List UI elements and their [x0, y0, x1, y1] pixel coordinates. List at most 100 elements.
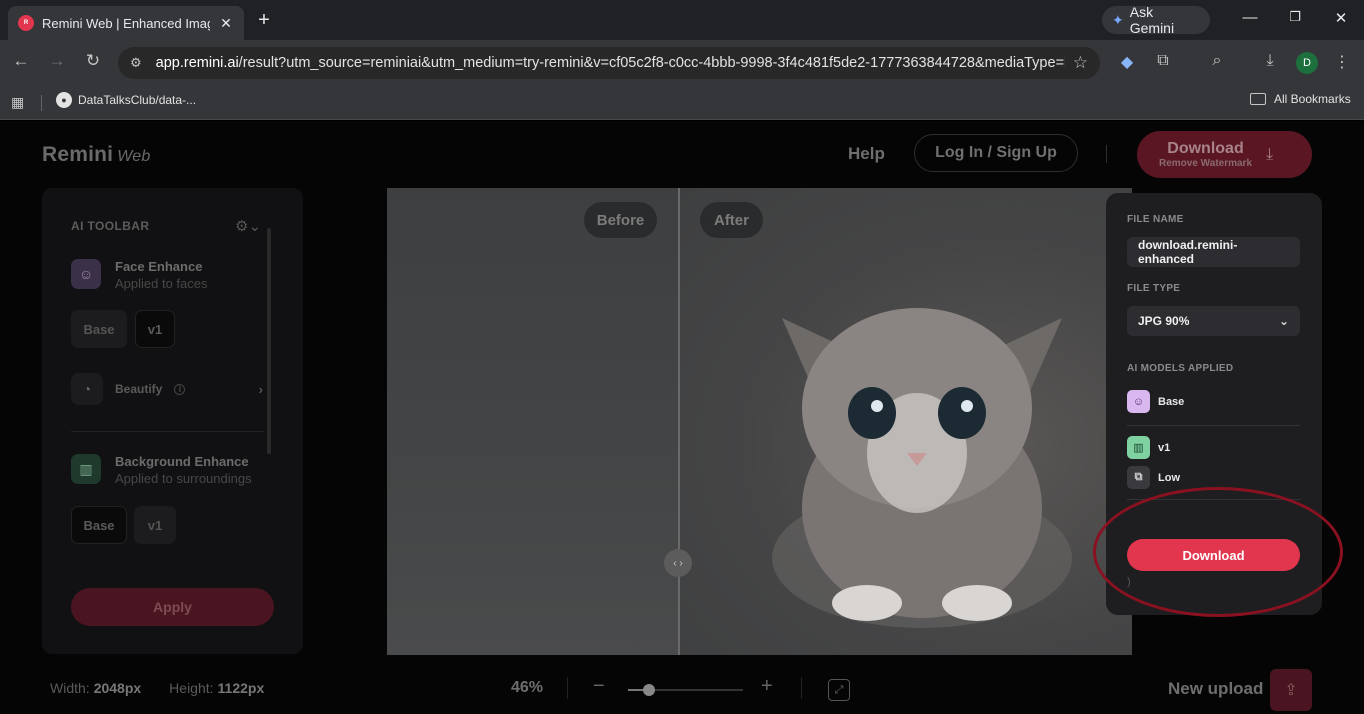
model-v1-label: v1: [1158, 441, 1171, 454]
gemini-sparkle-icon: ✦: [1112, 11, 1124, 28]
browser-toolbar: ← → ↻ ⚙ app.remini.ai/result?utm_source=…: [0, 40, 1364, 86]
bookmarks-divider: [41, 95, 42, 111]
downloads-icon[interactable]: ⤓: [1259, 52, 1281, 70]
minus-icon[interactable]: −: [593, 675, 605, 698]
before-label: Before: [584, 202, 657, 238]
url-text: app.remini.ai/result?utm_source=reminiai…: [156, 55, 1065, 71]
toolbar-scrollbar[interactable]: [267, 228, 271, 454]
all-bookmarks-label: All Bookmarks: [1274, 92, 1351, 106]
extension-gemini-icon[interactable]: ◆: [1116, 52, 1138, 72]
extensions-puzzle-icon[interactable]: ⧉: [1152, 52, 1174, 70]
compare-drag-handle-icon[interactable]: ‹ ›: [664, 549, 692, 577]
plus-icon[interactable]: +: [761, 675, 773, 698]
restore-window-icon[interactable]: ❐: [1285, 9, 1305, 25]
header-download-text: Download Remove Watermark: [1159, 140, 1252, 169]
header-download-label: Download: [1167, 140, 1244, 157]
zoom-level: 46%: [511, 679, 544, 696]
image-dimensions: Width: 2048px Height: 1122px: [50, 680, 264, 696]
background-v1-chip[interactable]: v1: [134, 506, 176, 544]
header-divider: [1106, 145, 1107, 163]
ask-gemini-button[interactable]: ✦ Ask Gemini: [1102, 4, 1210, 36]
face-v1-chip[interactable]: v1: [135, 310, 175, 348]
info-icon[interactable]: i: [174, 383, 186, 395]
background-enhance-text: Background Enhance Applied to surroundin…: [115, 454, 252, 486]
model-base-label: Base: [1158, 395, 1185, 408]
face-enhance-subtitle: Applied to faces: [115, 276, 208, 291]
profile-avatar[interactable]: D: [1296, 52, 1318, 74]
compare-divider[interactable]: [678, 188, 680, 655]
building-icon: ▥: [71, 454, 101, 484]
kitten-image: [772, 308, 1072, 628]
background-enhance-feature[interactable]: ▥ Background Enhance Applied to surround…: [71, 454, 252, 486]
file-type-label: FILE TYPE: [1127, 283, 1181, 294]
minimize-window-icon[interactable]: —: [1240, 9, 1260, 26]
zoom-divider-2: [801, 677, 802, 699]
url-domain: app.remini.ai: [155, 55, 239, 71]
height-value: 1122px: [217, 680, 265, 696]
upscale-model-icon: ⧉: [1127, 466, 1150, 489]
remini-favicon-icon: R: [18, 15, 34, 31]
ai-models-label: AI MODELS APPLIED: [1127, 363, 1234, 374]
new-upload-label[interactable]: New upload: [1168, 679, 1263, 699]
beautify-row[interactable]: ◔ Beautify i ›: [71, 372, 263, 406]
bookmark-star-icon[interactable]: ☆: [1073, 53, 1088, 73]
new-tab-button[interactable]: +: [254, 9, 274, 32]
gear-icon[interactable]: ⚙⌄: [235, 217, 261, 235]
after-label: After: [700, 202, 763, 238]
remini-page: Remini Web Help Log In / Sign Up Download…: [0, 121, 1364, 714]
fit-screen-icon[interactable]: ⤢: [828, 679, 850, 701]
background-enhance-subtitle: Applied to surroundings: [115, 471, 252, 486]
face-model-icon: ☺: [1127, 390, 1150, 413]
panel-stray-text: ): [1127, 576, 1131, 588]
before-image: [387, 188, 679, 655]
file-type-value: JPG 90%: [1138, 314, 1190, 328]
height-readout: Height: 1122px: [169, 680, 264, 696]
zoom-divider: [567, 677, 568, 699]
ai-toolbar-title: AI TOOLBAR: [71, 219, 150, 233]
close-window-icon[interactable]: ✕: [1331, 9, 1351, 27]
model-base: ☺ Base: [1127, 390, 1184, 413]
folder-icon: [1250, 93, 1266, 105]
image-compare-viewer[interactable]: ‹ › Before After: [387, 188, 1132, 655]
site-info-icon[interactable]: ⚙: [130, 55, 142, 71]
background-base-chip[interactable]: Base: [71, 506, 127, 544]
zoom-slider-knob[interactable]: [643, 684, 655, 696]
download-settings-panel: FILE NAME download.remini-enhanced FILE …: [1106, 193, 1322, 615]
bookmark-label: DataTalksClub/data-...: [78, 93, 197, 107]
ask-gemini-label: Ask Gemini: [1129, 4, 1175, 36]
remini-logo[interactable]: Remini Web: [42, 143, 150, 167]
face-base-chip[interactable]: Base: [71, 310, 127, 348]
browser-tabstrip: R Remini Web | Enhanced Image ✕ + ✦ Ask …: [0, 0, 1364, 40]
face-enhance-text: Face Enhance Applied to faces: [115, 259, 208, 291]
face-enhance-name: Face Enhance: [115, 259, 203, 274]
header-download-button[interactable]: Download Remove Watermark ⤓: [1137, 131, 1312, 178]
chevron-right-icon: ›: [258, 381, 263, 397]
apply-button[interactable]: Apply: [71, 588, 274, 626]
bookmark-datatalksclub[interactable]: ● DataTalksClub/data-...: [56, 92, 196, 108]
tab-search-icon[interactable]: ⌕: [1206, 52, 1228, 70]
toolbar-divider: [71, 431, 264, 432]
file-name-value: download.remini-enhanced: [1138, 238, 1238, 266]
reload-icon[interactable]: ↻: [82, 51, 104, 71]
model-low-label: Low: [1158, 471, 1180, 484]
upload-icon[interactable]: ⇪: [1270, 669, 1312, 711]
all-bookmarks-button[interactable]: All Bookmarks: [1250, 92, 1351, 106]
zoom-slider[interactable]: [628, 684, 743, 696]
background-model-icon: ▥: [1127, 436, 1150, 459]
login-signup-button[interactable]: Log In / Sign Up: [914, 134, 1078, 172]
help-link[interactable]: Help: [848, 144, 885, 164]
download-button[interactable]: Download: [1127, 539, 1300, 571]
face-enhance-feature[interactable]: ☺ Face Enhance Applied to faces: [71, 259, 208, 291]
back-arrow-icon[interactable]: ←: [10, 51, 32, 71]
file-type-select[interactable]: JPG 90% ⌄: [1127, 306, 1300, 336]
forward-arrow-icon[interactable]: →: [46, 51, 68, 71]
apps-grid-icon[interactable]: ▦: [11, 94, 24, 111]
file-name-label: FILE NAME: [1127, 214, 1184, 225]
browser-tab-active[interactable]: R Remini Web | Enhanced Image ✕: [8, 6, 244, 40]
url-path: /result?utm_source=reminiai&utm_medium=t…: [238, 55, 1065, 71]
bookmarks-bar: ▦ ● DataTalksClub/data-... All Bookmarks: [0, 86, 1364, 120]
file-name-input[interactable]: download.remini-enhanced: [1127, 237, 1300, 267]
close-tab-icon[interactable]: ✕: [218, 15, 234, 32]
address-bar[interactable]: ⚙ app.remini.ai/result?utm_source=remini…: [118, 47, 1100, 79]
browser-menu-icon[interactable]: ⋮: [1331, 52, 1353, 72]
